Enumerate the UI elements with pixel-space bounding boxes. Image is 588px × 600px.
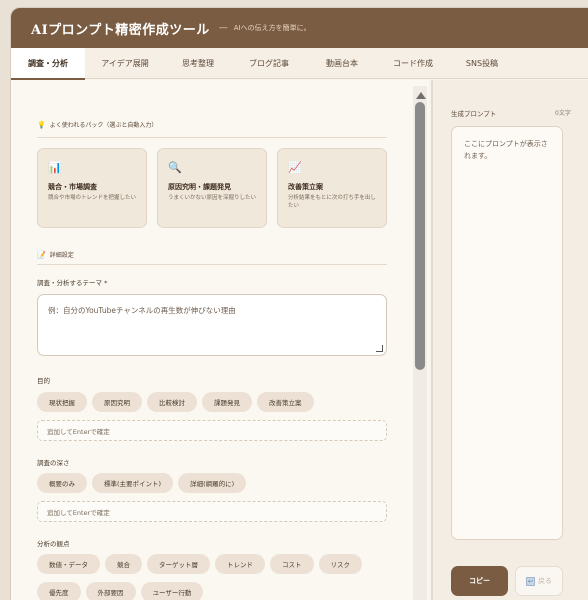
viewpoint-chip-group: 数値・データ 競合 ターゲット層 トレンド コスト リスク 優先度 外部要因 ユ… — [37, 554, 397, 600]
pack-title: 改善策立案 — [288, 183, 323, 191]
theme-placeholder: 例：自分のYouTubeチャンネルの再生数が伸びない理由 — [48, 306, 236, 315]
viewpoint-chip[interactable]: トレンド — [215, 554, 265, 574]
memo-icon: 📝 — [37, 250, 46, 259]
pack-card-market[interactable]: 📊 競合・市場調査 競合や市場のトレンドを把握したい — [37, 148, 147, 228]
tab-bar: 調査・分析 アイデア展開 思考整理 ブログ記事 動画台本 コード作成 SNS投稿 — [11, 48, 588, 80]
prompt-output[interactable]: ここにプロンプトが表示されます。 — [451, 126, 563, 540]
copy-button[interactable]: コピー — [451, 566, 508, 596]
lightbulb-icon: 💡 — [37, 120, 46, 129]
purpose-chip[interactable]: 比較検討 — [147, 392, 197, 412]
viewpoint-chip[interactable]: ターゲット層 — [147, 554, 210, 574]
viewpoint-chip[interactable]: ユーザー行動 — [140, 582, 204, 600]
packs-divider — [37, 137, 387, 138]
depth-chip[interactable]: 概要のみ — [37, 473, 87, 493]
bar-chart-icon: 📊 — [48, 161, 62, 174]
purpose-label: 目的 — [37, 377, 50, 385]
purpose-chip[interactable]: 改善策立案 — [257, 392, 314, 412]
details-heading: 📝 詳細設定 — [37, 250, 74, 260]
purpose-chip-group: 現状把握 原因究明 比較検討 課題発見 改善策立案 — [37, 392, 397, 412]
tab-thinking[interactable]: 思考整理 — [165, 48, 231, 79]
depth-add-input[interactable]: 追加してEnterで確定 — [37, 501, 387, 522]
tab-blog[interactable]: ブログ記事 — [231, 48, 307, 79]
tab-research[interactable]: 調査・分析 — [11, 48, 85, 80]
theme-textarea[interactable]: 例：自分のYouTubeチャンネルの再生数が伸びない理由 — [37, 294, 387, 356]
viewpoint-label: 分析の観点 — [37, 540, 70, 548]
title-separator: — — [218, 23, 228, 33]
char-count: 0文字 — [555, 110, 571, 117]
pack-card-cause[interactable]: 🔍 原因究明・課題発見 うまくいかない原因を深掘りしたい — [157, 148, 267, 228]
output-label: 生成プロンプト — [451, 110, 497, 118]
tab-ideas[interactable]: アイデア展開 — [85, 48, 165, 79]
viewpoint-chip[interactable]: リスク — [318, 554, 362, 574]
purpose-add-input[interactable]: 追加してEnterで確定 — [37, 420, 387, 441]
scrollbar-thumb[interactable] — [415, 102, 425, 370]
pack-desc: うまくいかない原因を深掘りしたい — [168, 195, 257, 201]
output-placeholder: ここにプロンプトが表示されます。 — [464, 140, 548, 160]
output-panel: 生成プロンプト 0文字 ここにプロンプトが表示されます。 コピー ↩ 戻る — [433, 80, 588, 600]
back-button-label: 戻る — [538, 577, 552, 585]
depth-chip-group: 概要のみ 標準(主要ポイント) 詳細(網羅的に) — [37, 473, 397, 493]
back-button[interactable]: ↩ 戻る — [515, 566, 563, 596]
theme-label: 調査・分析するテーマ * — [37, 279, 108, 287]
pack-title: 競合・市場調査 — [48, 183, 97, 191]
packs-heading: 💡 よく使われるパック（選ぶと自動入力） — [37, 120, 158, 130]
viewpoint-chip[interactable]: 優先度 — [37, 582, 81, 600]
trend-up-icon: 📈 — [288, 161, 302, 174]
back-icon: ↩ — [526, 576, 535, 586]
app-header: AIプロンプト精密作成ツール — AIへの伝え方を簡単に。 — [11, 8, 588, 48]
details-divider — [37, 264, 387, 265]
pack-card-improve[interactable]: 📈 改善策立案 分析結果をもとに次の打ち手を出したい — [277, 148, 387, 228]
packs-heading-text: よく使われるパック（選ぶと自動入力） — [49, 122, 158, 129]
purpose-chip[interactable]: 課題発見 — [202, 392, 252, 412]
scroll-up-arrow-icon[interactable] — [416, 92, 426, 99]
pack-desc: 競合や市場のトレンドを把握したい — [48, 195, 137, 201]
depth-chip[interactable]: 標準(主要ポイント) — [92, 473, 174, 493]
viewpoint-chip[interactable]: 外部要因 — [85, 582, 136, 600]
depth-chip[interactable]: 詳細(網羅的に) — [178, 473, 247, 493]
tab-video[interactable]: 動画台本 — [307, 48, 377, 79]
tab-code[interactable]: コード作成 — [377, 48, 449, 79]
viewpoint-chip[interactable]: 競合 — [105, 554, 142, 574]
depth-label: 調査の深さ — [37, 459, 70, 467]
viewpoint-chip[interactable]: コスト — [270, 554, 314, 574]
resize-handle-icon[interactable] — [376, 345, 383, 352]
viewpoint-chip[interactable]: 数値・データ — [37, 554, 100, 574]
app-title: AIプロンプト精密作成ツール — [31, 22, 210, 38]
app-subtitle: AIへの伝え方を簡単に。 — [233, 24, 311, 32]
details-heading-text: 詳細設定 — [49, 252, 74, 259]
form-panel: 💡 よく使われるパック（選ぶと自動入力） 📊 競合・市場調査 競合や市場のトレン… — [11, 80, 429, 600]
magnifier-icon: 🔍 — [168, 161, 182, 174]
purpose-chip[interactable]: 原因究明 — [92, 392, 142, 412]
pack-title: 原因究明・課題発見 — [168, 183, 231, 191]
app-window: AIプロンプト精密作成ツール — AIへの伝え方を簡単に。 調査・分析 アイデア… — [10, 7, 588, 600]
tab-sns[interactable]: SNS投稿 — [449, 48, 515, 79]
purpose-chip[interactable]: 現状把握 — [37, 392, 87, 412]
pack-desc: 分析結果をもとに次の打ち手を出したい — [288, 195, 376, 209]
